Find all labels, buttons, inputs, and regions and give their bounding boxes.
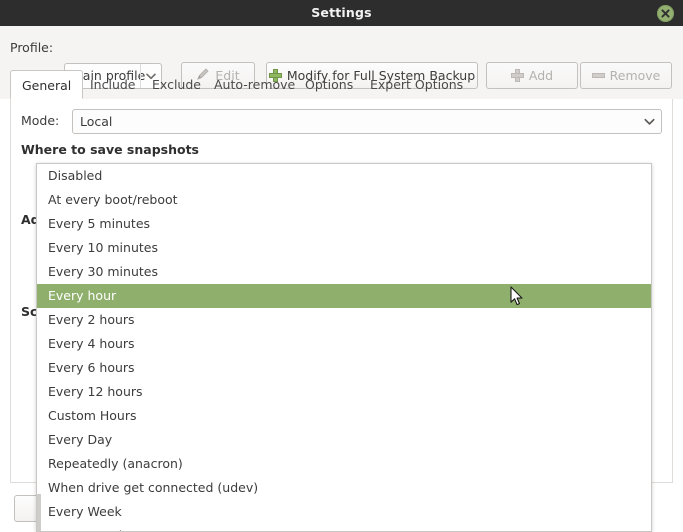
mode-combobox-value: Local — [80, 114, 113, 129]
toolbar: Profile: Main profile Edit Modify for Fu… — [0, 26, 683, 89]
tab-general[interactable]: General — [10, 70, 84, 99]
list-item[interactable]: Every 5 minutes — [37, 212, 651, 236]
mode-combobox[interactable]: Local — [72, 109, 662, 134]
tab-include[interactable]: Include — [79, 70, 147, 99]
chevron-down-icon — [637, 110, 661, 133]
list-item[interactable]: Every 2 hours — [37, 308, 651, 332]
tabstrip: General Include Exclude Auto-remove Opti… — [0, 70, 683, 100]
tab-options[interactable]: Options — [294, 70, 364, 99]
list-item[interactable]: Every 10 minutes — [37, 236, 651, 260]
list-item[interactable]: Every 4 hours — [37, 332, 651, 356]
list-item-selected[interactable]: Every hour — [37, 284, 651, 308]
list-item[interactable]: Every 12 hours — [37, 380, 651, 404]
mode-label: Mode: — [21, 113, 60, 128]
list-item[interactable]: When drive get connected (udev) — [37, 476, 651, 500]
titlebar: Settings — [0, 0, 683, 26]
settings-window: Settings Profile: Main profile Edit Modi… — [0, 0, 683, 532]
where-to-save-snapshots-label: Where to save snapshots — [21, 142, 199, 157]
list-item[interactable]: Every Day — [37, 428, 651, 452]
window-title: Settings — [311, 5, 372, 20]
tab-expert-options[interactable]: Expert Options — [359, 70, 474, 99]
schedule-dropdown-list[interactable]: Disabled At every boot/reboot Every 5 mi… — [36, 163, 652, 532]
dropdown-scrollbar[interactable] — [37, 494, 41, 531]
tab-auto-remove[interactable]: Auto-remove — [203, 70, 306, 99]
list-item[interactable]: Every Month — [37, 524, 651, 531]
list-item[interactable]: Every Week — [37, 500, 651, 524]
list-item[interactable]: Custom Hours — [37, 404, 651, 428]
list-item[interactable]: Disabled — [37, 164, 651, 188]
close-icon[interactable] — [657, 5, 674, 22]
list-item[interactable]: Every 6 hours — [37, 356, 651, 380]
tab-exclude[interactable]: Exclude — [141, 70, 212, 99]
list-item[interactable]: At every boot/reboot — [37, 188, 651, 212]
list-item[interactable]: Every 30 minutes — [37, 260, 651, 284]
profile-label: Profile: — [10, 40, 54, 55]
list-item[interactable]: Repeatedly (anacron) — [37, 452, 651, 476]
